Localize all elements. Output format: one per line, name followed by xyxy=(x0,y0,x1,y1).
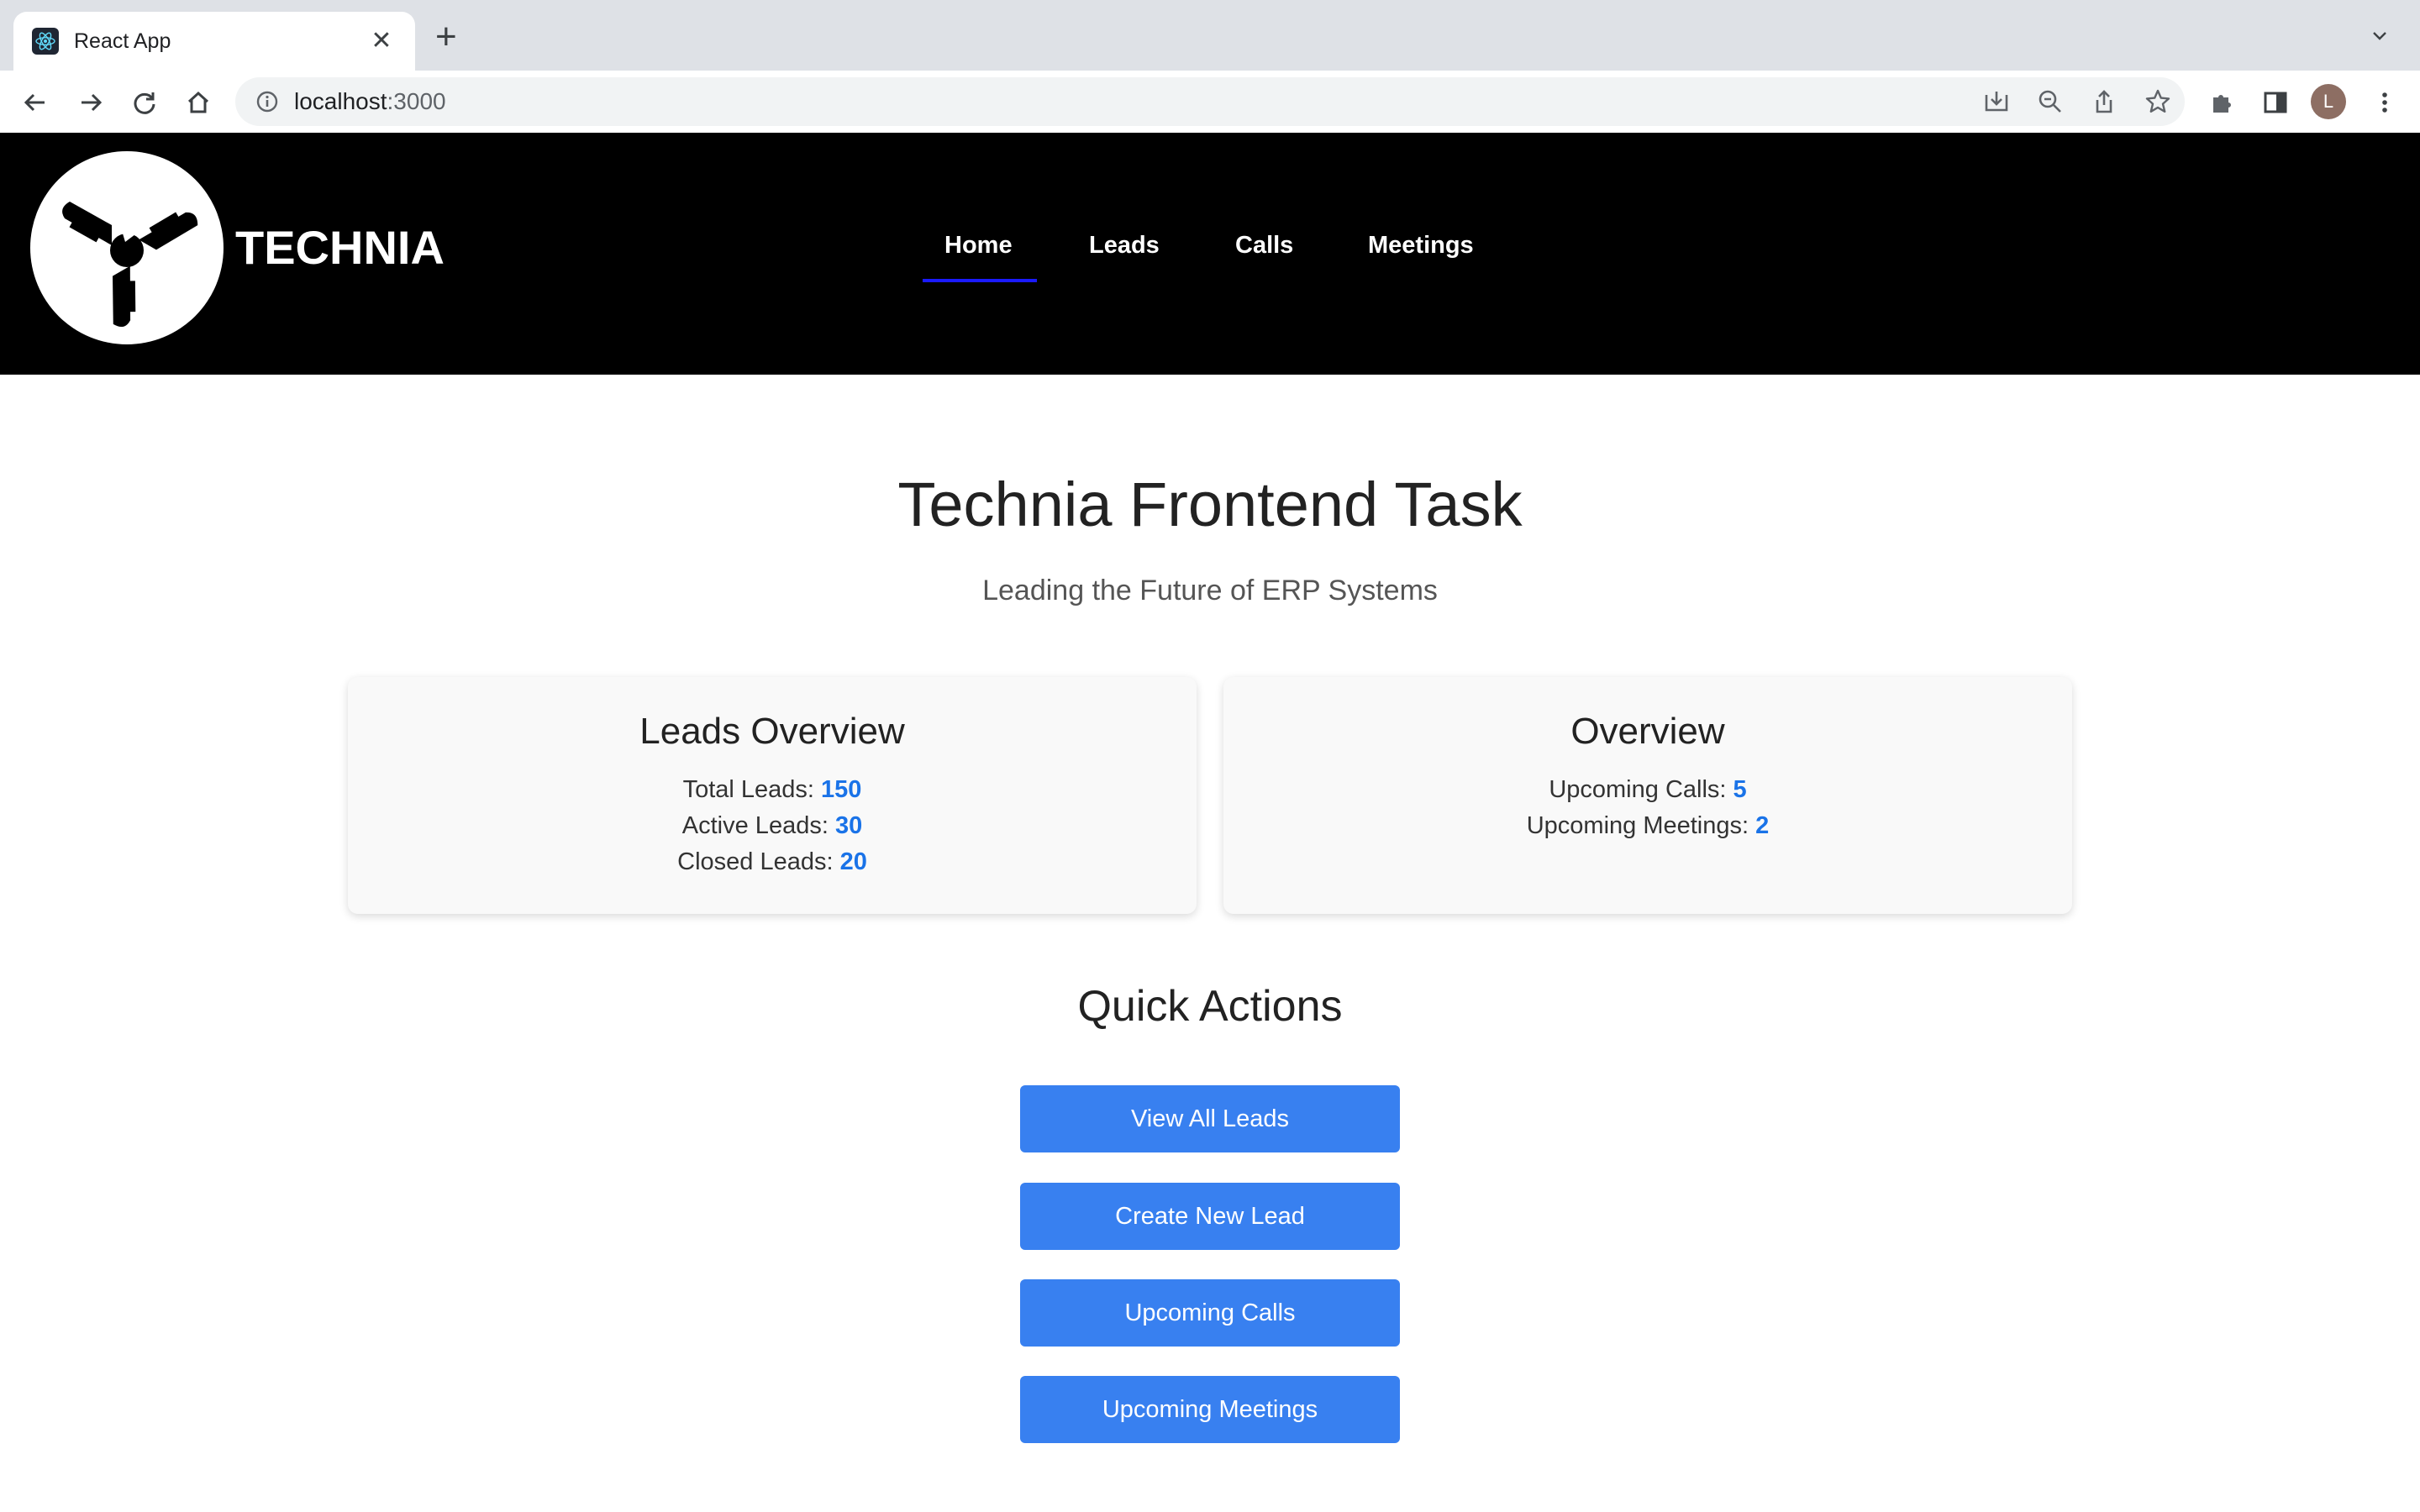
zoom-icon[interactable] xyxy=(2023,77,2077,126)
site-info-icon[interactable] xyxy=(254,88,281,115)
leads-overview-card: Leads Overview Total Leads: 150 Active L… xyxy=(348,677,1197,914)
reload-icon[interactable] xyxy=(128,86,161,119)
nav-leads[interactable]: Leads xyxy=(1089,232,1160,260)
tab-search-chevron-icon[interactable] xyxy=(2370,25,2390,50)
install-app-icon[interactable] xyxy=(1970,77,2023,126)
tab-close-icon[interactable]: ✕ xyxy=(366,29,397,54)
nav-meetings[interactable]: Meetings xyxy=(1368,232,1474,260)
page-title: Technia Frontend Task xyxy=(897,470,1523,539)
closed-leads-label: Closed Leads: xyxy=(677,848,840,875)
browser-tab-strip: React App ✕ + xyxy=(0,0,2420,71)
nav-home[interactable]: Home xyxy=(944,232,1013,260)
nav-calls[interactable]: Calls xyxy=(1235,232,1293,260)
closed-leads-value: 20 xyxy=(839,848,867,875)
navbar: TECHNIA Home Leads Calls Meetings xyxy=(0,133,2420,375)
upcoming-calls-label: Upcoming Calls: xyxy=(1549,776,1733,803)
nav-active-underline xyxy=(923,279,1037,282)
technia-logo-icon[interactable] xyxy=(30,151,224,344)
page-subtitle: Leading the Future of ERP Systems xyxy=(982,575,1438,606)
total-leads-label: Total Leads: xyxy=(682,776,822,803)
profile-avatar[interactable]: L xyxy=(2311,84,2346,119)
url-text[interactable]: localhost:3000 xyxy=(294,88,446,115)
active-leads-value: 30 xyxy=(834,812,863,839)
home-icon[interactable] xyxy=(182,86,215,119)
upcoming-calls-stat: Upcoming Calls: 5 xyxy=(1223,776,2072,804)
url-port: :3000 xyxy=(387,88,446,114)
total-leads-value: 150 xyxy=(821,776,862,803)
view-all-leads-button[interactable]: View All Leads xyxy=(1020,1085,1400,1152)
leads-card-title: Leads Overview xyxy=(639,711,905,752)
overview-card: Overview Upcoming Calls: 5 Upcoming Meet… xyxy=(1223,677,2072,914)
url-host: localhost xyxy=(294,88,387,114)
forward-icon[interactable] xyxy=(74,86,108,119)
side-panel-icon[interactable] xyxy=(2259,86,2292,119)
upcoming-calls-value: 5 xyxy=(1733,776,1747,803)
browser-toolbar: localhost:3000 L xyxy=(0,71,2420,134)
active-leads-stat: Active Leads: 30 xyxy=(348,812,1197,840)
overview-card-title: Overview xyxy=(1570,711,1725,752)
react-favicon-icon xyxy=(32,28,59,55)
upcoming-meetings-button[interactable]: Upcoming Meetings xyxy=(1020,1376,1400,1443)
new-tab-icon[interactable]: + xyxy=(435,18,457,55)
brand-name[interactable]: TECHNIA xyxy=(235,220,445,275)
upcoming-calls-button[interactable]: Upcoming Calls xyxy=(1020,1279,1400,1347)
closed-leads-stat: Closed Leads: 20 xyxy=(348,848,1197,876)
back-icon[interactable] xyxy=(18,86,52,119)
quick-actions-title: Quick Actions xyxy=(1077,982,1343,1031)
share-icon[interactable] xyxy=(2077,77,2131,126)
bookmark-star-icon[interactable] xyxy=(2131,77,2185,126)
browser-menu-icon[interactable] xyxy=(2368,86,2402,119)
address-bar[interactable]: localhost:3000 xyxy=(235,77,2185,126)
upcoming-meetings-stat: Upcoming Meetings: 2 xyxy=(1223,812,2072,840)
browser-tab[interactable]: React App ✕ xyxy=(13,12,415,71)
upcoming-meetings-label: Upcoming Meetings: xyxy=(1526,812,1756,839)
create-new-lead-button[interactable]: Create New Lead xyxy=(1020,1183,1400,1250)
upcoming-meetings-value: 2 xyxy=(1755,812,1770,839)
total-leads-stat: Total Leads: 150 xyxy=(348,776,1197,804)
active-leads-label: Active Leads: xyxy=(681,812,835,839)
extensions-puzzle-icon[interactable] xyxy=(2205,86,2238,119)
tab-title: React App xyxy=(74,29,171,53)
